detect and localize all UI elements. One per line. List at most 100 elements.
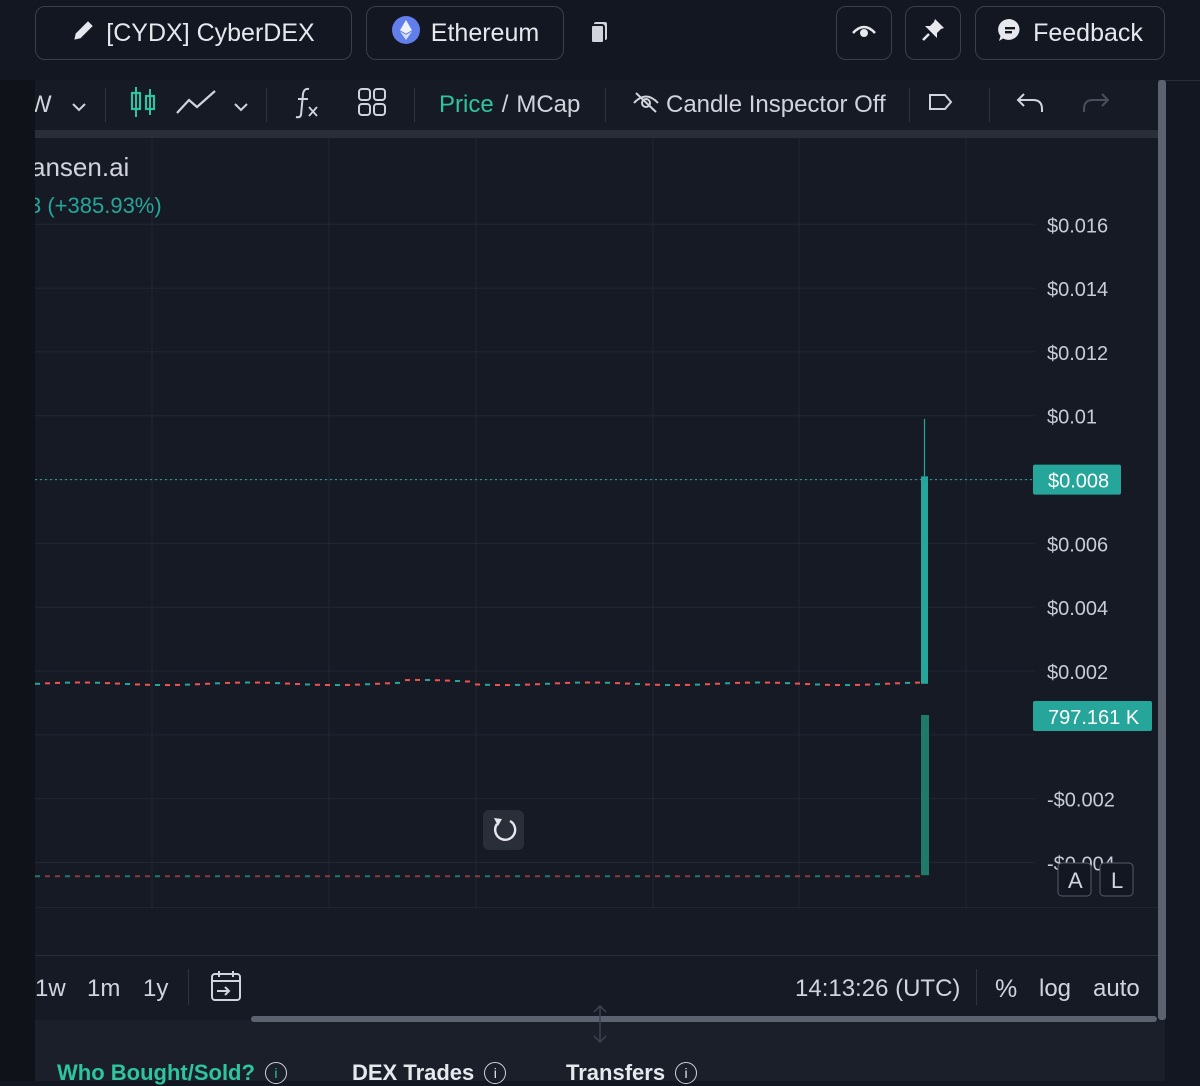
eye-off-icon <box>632 90 660 121</box>
layout-button[interactable] <box>357 80 387 130</box>
token-name-button[interactable]: [CYDX] CyberDEX <box>35 6 352 60</box>
candle <box>615 682 620 685</box>
percent-scale-toggle[interactable]: % <box>995 975 1017 1004</box>
go-to-date-icon[interactable] <box>209 969 243 1008</box>
tab-who-bought-sold[interactable]: Who Bought/Sold? i <box>57 1060 287 1086</box>
volume-bar <box>745 875 750 878</box>
chart-area: $0.016 $0.014 $0.012 $0.01 $0.008 $0.006 $0.00… <box>35 138 1158 954</box>
feedback-label: Feedback <box>1033 18 1143 47</box>
volume-bar <box>855 875 860 878</box>
volume-bar <box>35 875 40 878</box>
watch-button[interactable] <box>836 6 892 60</box>
last-price-badge-text: $0.008 <box>1048 471 1109 493</box>
candle <box>375 682 380 685</box>
pin-icon <box>920 17 946 50</box>
spike-candle <box>921 476 928 684</box>
candle <box>645 683 650 686</box>
undo-button[interactable] <box>1015 80 1045 130</box>
pencil-icon <box>72 18 96 49</box>
range-1y[interactable]: 1y <box>143 975 168 1003</box>
candle <box>335 684 340 687</box>
candle <box>705 683 710 686</box>
copy-icon[interactable] <box>588 20 610 51</box>
candle <box>735 681 740 684</box>
volume-bar <box>915 875 920 878</box>
indicators-button[interactable] <box>293 80 321 130</box>
candle <box>185 683 190 686</box>
grid-layout-icon <box>357 87 387 124</box>
volume-bar <box>865 875 870 878</box>
log-scale-toggle[interactable]: log <box>1039 975 1071 1003</box>
volume-bar <box>505 875 510 878</box>
candle <box>215 682 220 685</box>
network-button[interactable]: Ethereum <box>366 6 564 60</box>
volume-bar <box>555 875 560 878</box>
reset-chart-button[interactable] <box>483 810 524 850</box>
volume-bar <box>65 875 70 878</box>
pin-button[interactable] <box>905 6 961 60</box>
candle <box>35 682 40 685</box>
volume-bar <box>175 875 180 878</box>
spike-volume-bar <box>921 715 929 876</box>
volume-bar <box>515 875 520 878</box>
volume-bar <box>415 875 420 878</box>
volume-bar <box>95 875 100 878</box>
candle-inspector-button[interactable]: Candle Inspector Off <box>632 80 886 130</box>
candlestick-icon <box>129 85 157 126</box>
tab-dex-trades[interactable]: DEX Trades i <box>352 1060 507 1086</box>
price-toggle[interactable]: Price <box>439 91 494 119</box>
volume-bar <box>465 875 470 878</box>
candle <box>405 679 410 682</box>
candle <box>815 683 820 686</box>
candle <box>725 682 730 685</box>
volume-bar <box>815 875 820 878</box>
y-tick-label: $0.016 <box>1047 215 1108 237</box>
redo-button[interactable] <box>1081 80 1111 130</box>
tab-who-bought-sold-label: Who Bought/Sold? <box>57 1060 255 1085</box>
interval-selector[interactable]: W <box>35 80 52 130</box>
candle <box>445 679 450 682</box>
chevron-down-icon <box>71 91 87 119</box>
volume-bar <box>85 875 90 878</box>
log-scale-button[interactable]: L <box>1099 862 1134 897</box>
tag-button[interactable] <box>928 80 954 130</box>
auto-scale-toggle[interactable]: auto <box>1093 975 1140 1003</box>
candle-type-button[interactable] <box>129 80 157 130</box>
drawing-tool-button[interactable] <box>175 80 217 130</box>
candle <box>675 684 680 687</box>
candle <box>765 681 770 684</box>
candle <box>315 683 320 686</box>
feedback-button[interactable]: Feedback <box>975 6 1165 60</box>
volume-bar <box>355 875 360 878</box>
volume-bar <box>125 875 130 878</box>
interval-dropdown[interactable] <box>71 80 87 130</box>
volume-bar <box>675 875 680 878</box>
range-1m[interactable]: 1m <box>87 975 120 1003</box>
candle <box>865 683 870 686</box>
drawing-dropdown[interactable] <box>233 80 249 130</box>
candle <box>195 683 200 686</box>
price-chart[interactable]: $0.016 $0.014 $0.012 $0.01 $0.008 $0.006 $0.00… <box>35 138 1158 954</box>
tab-transfers[interactable]: Transfers i <box>566 1060 698 1086</box>
vertical-scrollbar[interactable] <box>1158 80 1166 1020</box>
eye-icon <box>851 19 877 48</box>
volume-bar <box>445 875 450 878</box>
function-icon <box>293 85 321 126</box>
candle <box>165 684 170 687</box>
log-scale-label: L <box>1111 868 1123 893</box>
network-label: Ethereum <box>430 18 540 47</box>
candle <box>105 682 110 685</box>
volume-bar <box>885 875 890 878</box>
y-tick-label: $0.004 <box>1047 598 1108 620</box>
volume-bar <box>115 875 120 878</box>
volume-bar <box>585 875 590 878</box>
resize-handle-icon[interactable] <box>590 1004 610 1049</box>
candle <box>715 682 720 685</box>
mcap-toggle[interactable]: MCap <box>516 91 580 119</box>
volume-bar <box>395 875 400 878</box>
range-1w[interactable]: 1w <box>35 975 66 1003</box>
volume-bar <box>225 875 230 878</box>
auto-scale-button[interactable]: A <box>1057 862 1092 897</box>
volume-bar <box>185 875 190 878</box>
legend-change: 3 (+385.93%) <box>35 193 162 218</box>
